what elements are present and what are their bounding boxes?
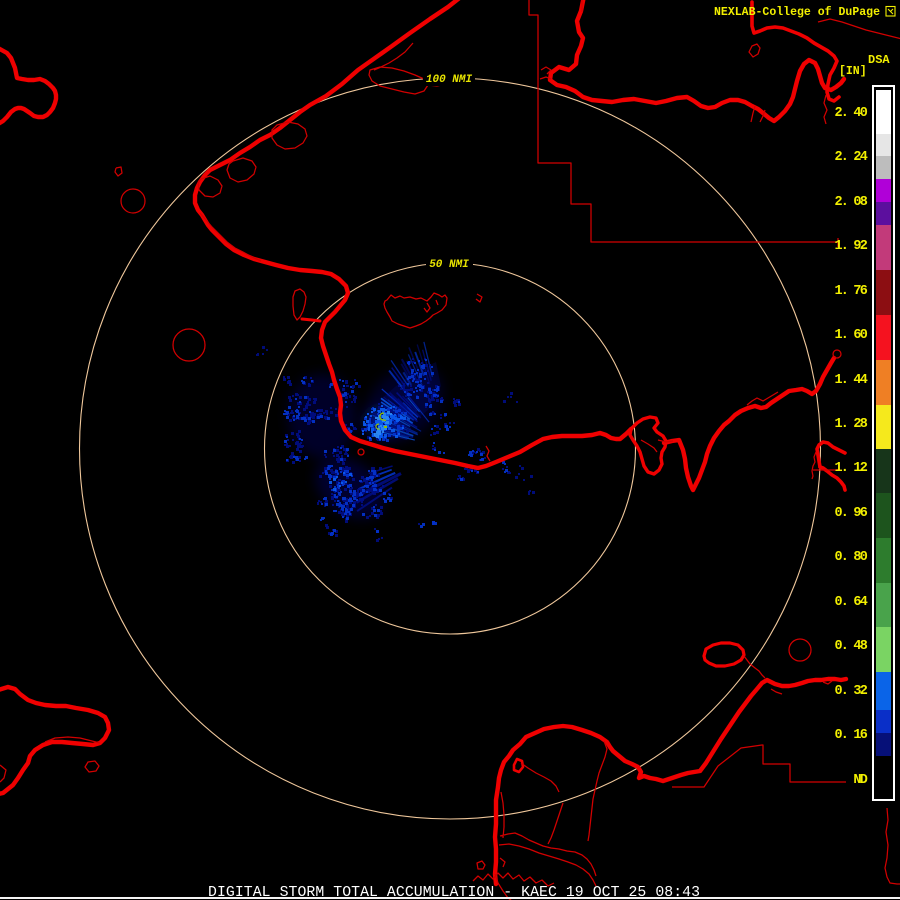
- svg-text:2. 24: 2. 24: [834, 150, 867, 165]
- svg-text:ND: ND: [853, 773, 867, 788]
- svg-text:0. 80: 0. 80: [834, 550, 867, 565]
- svg-text:[IN]: [IN]: [839, 65, 867, 78]
- svg-text:0. 16: 0. 16: [834, 728, 867, 743]
- svg-text:0. 64: 0. 64: [834, 595, 867, 610]
- svg-text:1. 12: 1. 12: [834, 461, 867, 476]
- svg-text:1. 60: 1. 60: [834, 328, 867, 343]
- svg-text:NEXLAB-College of DuPage: NEXLAB-College of DuPage: [714, 6, 880, 19]
- svg-text:1. 44: 1. 44: [834, 373, 867, 388]
- svg-text:DSA: DSA: [868, 53, 890, 67]
- svg-text:1. 28: 1. 28: [834, 417, 867, 432]
- svg-text:0. 96: 0. 96: [834, 506, 867, 521]
- svg-text:100 NMI: 100 NMI: [426, 74, 473, 86]
- svg-text:1. 92: 1. 92: [834, 239, 867, 254]
- svg-text:2. 40: 2. 40: [834, 106, 867, 121]
- svg-text:50 NMI: 50 NMI: [429, 259, 469, 271]
- svg-text:1. 76: 1. 76: [834, 284, 867, 299]
- svg-text:0. 48: 0. 48: [834, 639, 867, 654]
- svg-text:2. 08: 2. 08: [834, 195, 867, 210]
- svg-text:0. 32: 0. 32: [834, 684, 867, 699]
